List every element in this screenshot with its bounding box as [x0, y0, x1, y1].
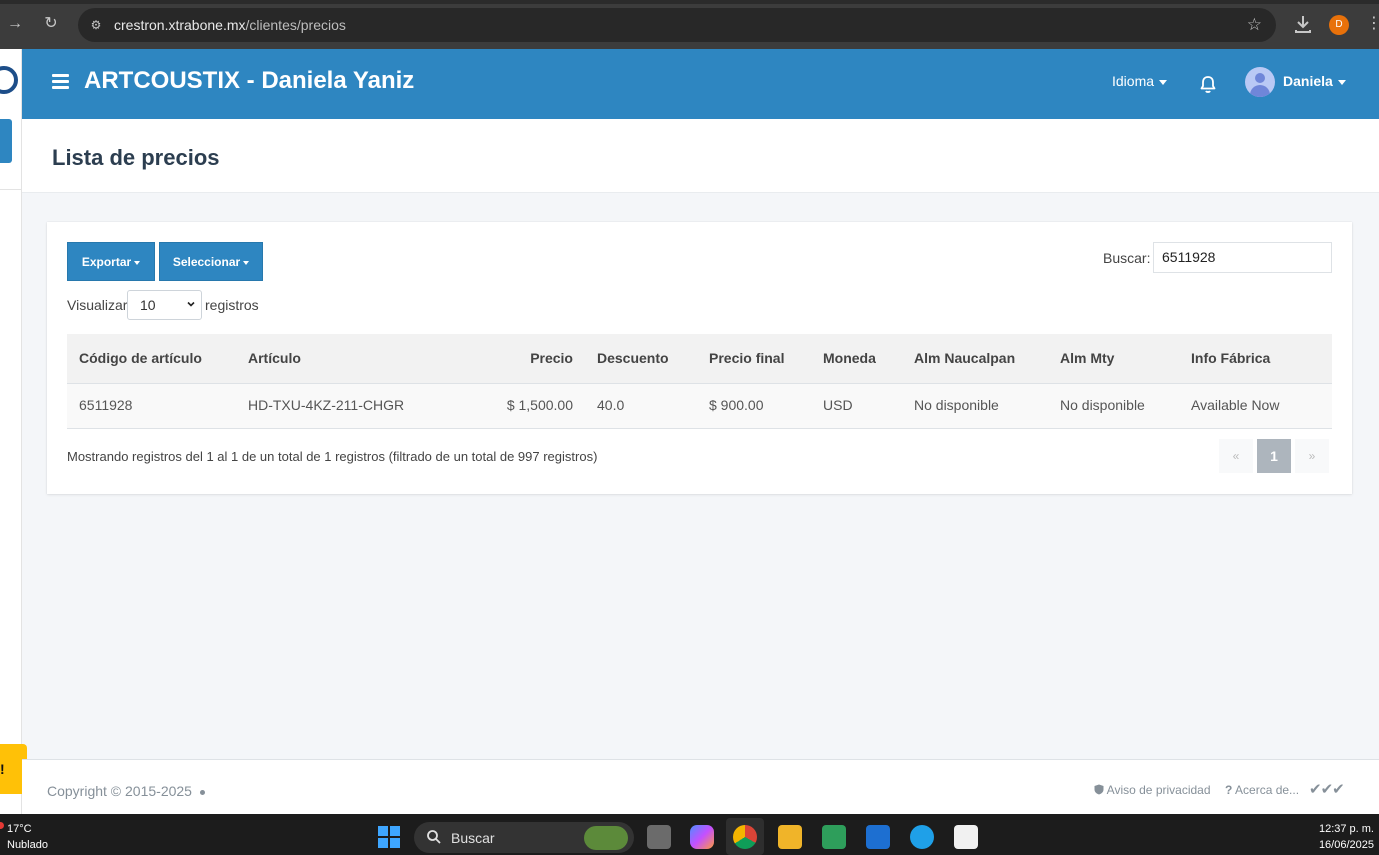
tab-strip [0, 0, 1379, 4]
chat-app-icon[interactable] [822, 825, 846, 849]
page-title: Lista de precios [52, 145, 220, 170]
bookmark-star-icon[interactable]: ☆ [1247, 15, 1262, 35]
privacy-label: Aviso de privacidad [1106, 783, 1211, 797]
avatar[interactable] [1245, 67, 1275, 97]
pagination-previous[interactable]: « [1219, 439, 1253, 473]
column-header-discount[interactable]: Descuento [597, 350, 669, 366]
chevron-down-icon [1337, 79, 1346, 85]
export-label: Exportar [81, 255, 132, 269]
weather-temperature[interactable]: 17°C [7, 823, 32, 835]
copilot-icon[interactable] [690, 825, 714, 849]
dot-icon [199, 789, 205, 795]
privacy-link[interactable]: Aviso de privacidad [1094, 783, 1211, 797]
copyright-label: Copyright © 2015-2025 [47, 783, 192, 799]
content-header: Lista de precios [22, 119, 1379, 193]
records-label: registros [205, 297, 259, 313]
language-label: Idioma [1112, 73, 1155, 89]
about-link[interactable]: ? Acerca de... [1225, 783, 1299, 797]
download-icon[interactable] [1292, 13, 1314, 35]
search-input[interactable]: 6511928 [1153, 242, 1332, 273]
about-label: Acerca de... [1235, 783, 1300, 797]
cell-code: 6511928 [79, 397, 133, 413]
column-header-code[interactable]: Código de artículo [79, 350, 202, 366]
search-highlight-image [584, 826, 628, 850]
url-text[interactable]: crestron.xtrabone.mx/clientes/precios [114, 17, 346, 33]
footer: Copyright © 2015-2025 Aviso de privacida… [22, 759, 1379, 814]
edge-icon[interactable] [910, 825, 934, 849]
column-header-factory-info[interactable]: Info Fábrica [1191, 350, 1270, 366]
table-row[interactable]: 6511928 HD-TXU-4KZ-211-CHGR $ 1,500.00 4… [67, 384, 1332, 429]
store-icon[interactable] [954, 825, 978, 849]
clock-date[interactable]: 16/06/2025 [1319, 839, 1374, 851]
forward-icon[interactable]: → [4, 13, 26, 35]
sidebar-logo-icon [0, 66, 18, 94]
chevron-down-icon [187, 301, 195, 307]
weather-alert-icon [0, 822, 4, 829]
cell-factory-info: Available Now [1191, 397, 1280, 413]
url-path: /clientes/precios [245, 17, 346, 33]
app-header: ARTCOUSTIX - Daniela Yaniz Idioma Daniel… [22, 49, 1379, 119]
taskbar-search-label: Buscar [451, 830, 495, 846]
reload-icon[interactable]: ↻ [40, 13, 62, 35]
sidebar-active-item[interactable] [0, 119, 12, 163]
cell-alm-naucalpan: No disponible [914, 397, 999, 413]
bell-icon[interactable] [1199, 75, 1217, 94]
app-title: ARTCOUSTIX - Daniela Yaniz [84, 67, 415, 94]
chevron-down-icon [134, 260, 141, 265]
taskbar-search[interactable]: Buscar [414, 822, 634, 853]
double-check-icon: ✔✔✔ [1309, 781, 1345, 798]
copyright-text: Copyright © 2015-2025 [47, 783, 205, 799]
weather-condition[interactable]: Nublado [7, 839, 48, 851]
url-host: crestron.xtrabone.mx [114, 17, 246, 33]
page-length-select[interactable]: 10 [127, 290, 202, 320]
os-taskbar: 17°C Nublado Buscar 12:37 p. m. 16/06/20… [0, 814, 1379, 855]
cell-article: HD-TXU-4KZ-211-CHGR [248, 397, 405, 413]
browser-menu-icon[interactable]: ⋮ [1366, 13, 1379, 33]
cell-alm-mty: No disponible [1060, 397, 1145, 413]
chevron-down-icon [243, 260, 250, 265]
question-icon: ? [1225, 783, 1233, 797]
site-settings-icon[interactable]: ⚙ [88, 17, 104, 33]
address-bar[interactable]: ⚙ crestron.xtrabone.mx/clientes/precios … [78, 8, 1276, 42]
cell-price: $ 1,500.00 [506, 397, 573, 413]
column-header-article[interactable]: Artículo [248, 350, 301, 366]
trello-icon[interactable] [866, 825, 890, 849]
pagination-page-1[interactable]: 1 [1257, 439, 1291, 473]
user-dropdown[interactable]: Daniela [1283, 73, 1346, 89]
export-button[interactable]: Exportar [67, 242, 155, 281]
hamburger-menu-icon[interactable] [52, 74, 69, 89]
table-info: Mostrando registros del 1 al 1 de un tot… [67, 449, 598, 464]
chrome-icon[interactable] [733, 825, 757, 849]
column-header-final-price[interactable]: Precio final [709, 350, 784, 366]
column-header-price[interactable]: Precio [530, 350, 573, 366]
select-label: Seleccionar [172, 255, 241, 269]
select-button[interactable]: Seleccionar [159, 242, 263, 281]
profile-avatar-icon[interactable]: D [1329, 15, 1349, 35]
user-name: Daniela [1283, 73, 1333, 89]
price-list-card: Exportar Seleccionar Visualizar 10 regis… [47, 222, 1352, 494]
cell-final-price: $ 900.00 [709, 397, 764, 413]
task-view-icon[interactable] [647, 825, 671, 849]
clock-time[interactable]: 12:37 p. m. [1319, 823, 1374, 835]
chevron-down-icon [1159, 79, 1168, 85]
shield-icon [1094, 784, 1104, 795]
column-header-alm-naucalpan[interactable]: Alm Naucalpan [914, 350, 1015, 366]
browser-toolbar: → ↻ ⚙ crestron.xtrabone.mx/clientes/prec… [0, 0, 1379, 49]
show-entries-label: Visualizar [67, 297, 128, 313]
sidebar-divider [0, 189, 22, 190]
cell-currency: USD [823, 397, 853, 413]
language-dropdown[interactable]: Idioma [1112, 73, 1168, 89]
windows-start-icon[interactable] [378, 826, 400, 848]
search-icon [427, 830, 441, 844]
column-header-currency[interactable]: Moneda [823, 350, 876, 366]
table-header: Código de artículo Artículo Precio Descu… [67, 334, 1332, 384]
page-length-value: 10 [140, 297, 156, 313]
column-header-alm-mty[interactable]: Alm Mty [1060, 350, 1114, 366]
cell-discount: 40.0 [597, 397, 625, 413]
sidebar: ! [0, 49, 27, 814]
file-explorer-icon[interactable] [778, 825, 802, 849]
price-table: Código de artículo Artículo Precio Descu… [67, 334, 1332, 429]
pagination-next[interactable]: » [1295, 439, 1329, 473]
search-label: Buscar: [1103, 250, 1151, 266]
